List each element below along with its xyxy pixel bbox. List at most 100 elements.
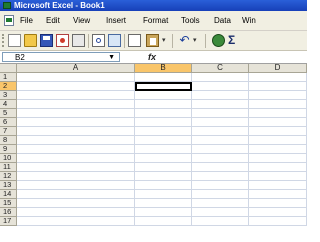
cell[interactable] <box>249 145 307 154</box>
cell[interactable] <box>249 136 307 145</box>
cell[interactable] <box>17 73 135 82</box>
cell[interactable] <box>135 118 192 127</box>
cell[interactable] <box>135 127 192 136</box>
cell[interactable] <box>249 109 307 118</box>
print-icon[interactable] <box>72 34 85 47</box>
name-box[interactable]: B2 ▼ <box>2 52 120 62</box>
paste-dropdown-icon[interactable]: ▾ <box>162 34 169 47</box>
undo-dropdown-icon[interactable]: ▾ <box>193 34 200 47</box>
cell[interactable] <box>192 145 249 154</box>
cell[interactable] <box>17 154 135 163</box>
cell[interactable] <box>17 163 135 172</box>
cell[interactable] <box>135 190 192 199</box>
cell[interactable] <box>17 181 135 190</box>
print-preview-icon[interactable] <box>92 34 105 47</box>
menu-edit[interactable]: Edit <box>46 16 60 25</box>
cell[interactable] <box>249 181 307 190</box>
cell[interactable] <box>135 100 192 109</box>
cell[interactable] <box>17 199 135 208</box>
cell[interactable] <box>17 217 135 226</box>
cell[interactable] <box>192 100 249 109</box>
cell[interactable] <box>135 109 192 118</box>
cell[interactable] <box>17 136 135 145</box>
column-header-c[interactable]: C <box>192 64 249 73</box>
cell[interactable] <box>249 127 307 136</box>
cell[interactable] <box>249 82 307 91</box>
cell[interactable] <box>249 217 307 226</box>
cell[interactable] <box>192 82 249 91</box>
copy-icon[interactable] <box>128 34 141 47</box>
cell[interactable] <box>249 208 307 217</box>
cell[interactable] <box>192 91 249 100</box>
cell[interactable] <box>192 199 249 208</box>
menu-data[interactable]: Data <box>214 16 231 25</box>
menu-tools[interactable]: Tools <box>181 16 200 25</box>
cell[interactable] <box>17 118 135 127</box>
cell[interactable] <box>192 208 249 217</box>
cell[interactable] <box>249 91 307 100</box>
open-icon[interactable] <box>24 34 37 47</box>
cell[interactable] <box>17 172 135 181</box>
cell[interactable] <box>17 100 135 109</box>
save-icon[interactable] <box>40 34 53 47</box>
cell[interactable] <box>249 199 307 208</box>
cell[interactable] <box>135 136 192 145</box>
cell[interactable] <box>192 109 249 118</box>
cell[interactable] <box>192 172 249 181</box>
toolbar-grip[interactable] <box>2 34 6 47</box>
cell[interactable] <box>192 73 249 82</box>
cell[interactable] <box>249 172 307 181</box>
cell[interactable] <box>192 154 249 163</box>
cell[interactable] <box>192 136 249 145</box>
cell[interactable] <box>17 91 135 100</box>
cell[interactable] <box>17 208 135 217</box>
column-header-a[interactable]: A <box>17 64 135 73</box>
research-icon[interactable] <box>108 34 121 47</box>
cell[interactable] <box>17 190 135 199</box>
function-icon[interactable]: fx <box>148 51 156 63</box>
cell[interactable] <box>135 217 192 226</box>
cell[interactable] <box>192 217 249 226</box>
autosum-icon[interactable]: Σ <box>228 34 241 47</box>
cell[interactable] <box>249 163 307 172</box>
cell[interactable] <box>135 154 192 163</box>
cell[interactable] <box>192 190 249 199</box>
cell[interactable] <box>249 190 307 199</box>
hyperlink-icon[interactable] <box>212 34 225 47</box>
cell[interactable] <box>135 172 192 181</box>
menu-insert[interactable]: Insert <box>106 16 126 25</box>
cell[interactable] <box>249 100 307 109</box>
menu-window[interactable]: Win <box>242 16 256 25</box>
cell[interactable] <box>192 163 249 172</box>
cell[interactable] <box>17 82 135 91</box>
menu-format[interactable]: Format <box>143 16 168 25</box>
cell[interactable] <box>192 127 249 136</box>
document-icon[interactable] <box>4 15 14 26</box>
cell[interactable] <box>192 118 249 127</box>
cell[interactable] <box>135 181 192 190</box>
cell[interactable] <box>192 181 249 190</box>
menu-view[interactable]: View <box>73 16 90 25</box>
cell[interactable] <box>135 73 192 82</box>
cell[interactable] <box>17 109 135 118</box>
menu-file[interactable]: File <box>20 16 33 25</box>
cell[interactable] <box>135 208 192 217</box>
row-header-17[interactable]: 17 <box>0 217 17 226</box>
cell[interactable] <box>135 199 192 208</box>
paste-icon[interactable] <box>146 34 159 47</box>
column-header-b[interactable]: B <box>135 64 192 73</box>
active-cell[interactable] <box>135 82 192 91</box>
cell[interactable] <box>17 145 135 154</box>
chevron-down-icon[interactable]: ▼ <box>108 53 115 62</box>
cell[interactable] <box>249 118 307 127</box>
cell[interactable] <box>135 91 192 100</box>
cell[interactable] <box>135 163 192 172</box>
undo-icon[interactable]: ↶ <box>178 34 191 47</box>
cell[interactable] <box>249 154 307 163</box>
permission-icon[interactable] <box>56 34 69 47</box>
column-header-d[interactable]: D <box>249 64 307 73</box>
cell[interactable] <box>135 145 192 154</box>
cell[interactable] <box>249 73 307 82</box>
new-icon[interactable] <box>8 34 21 47</box>
cell[interactable] <box>17 127 135 136</box>
